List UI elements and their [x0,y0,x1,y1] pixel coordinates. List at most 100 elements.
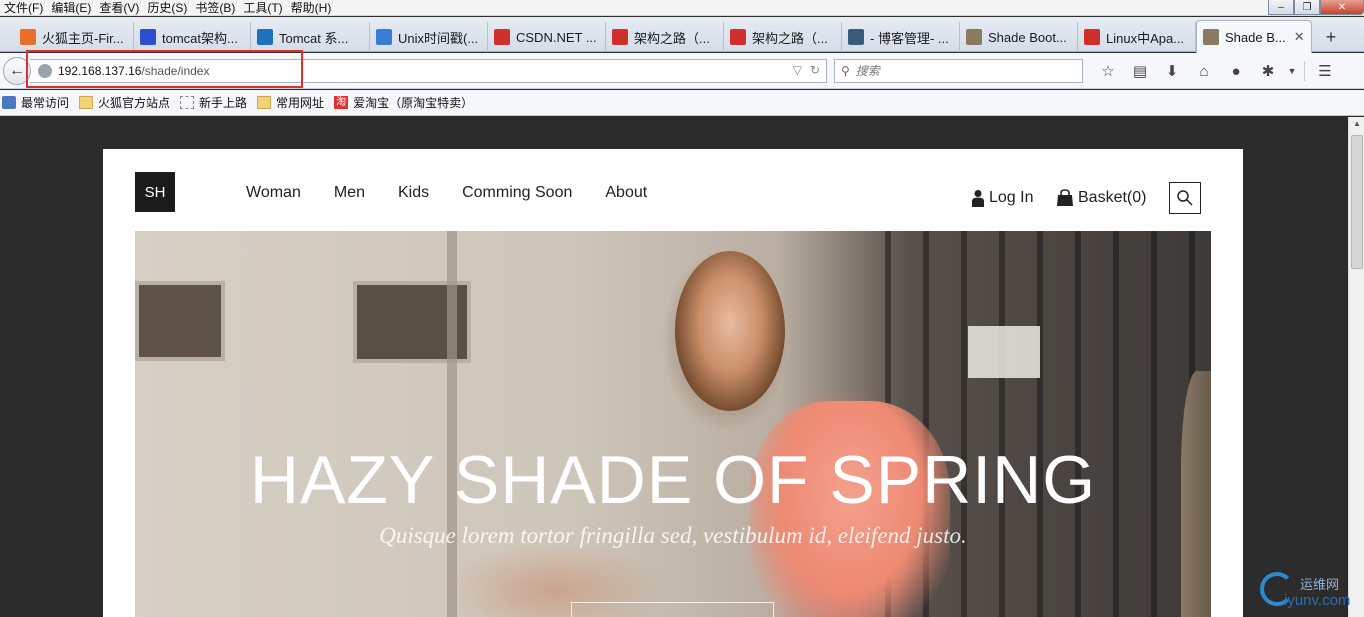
hamburger-menu-icon[interactable]: ☰ [1309,59,1341,83]
bookmarks-toolbar: 最常访问 火狐官方站点 新手上路 常用网址淘爱淘宝（原淘宝特卖） [0,90,1364,116]
browser-tab[interactable]: Unix时间戳(... [370,22,488,52]
home-icon[interactable]: ⌂ [1188,59,1220,83]
login-label: Log In [989,189,1034,206]
browser-tab[interactable]: CSDN.NET ... [488,22,606,52]
menu-item[interactable]: 历史(S) [143,1,191,15]
reload-icon[interactable]: ↻ [810,63,820,77]
close-window-button[interactable]: ✕ [1320,0,1364,15]
cnblogs-icon [848,29,864,45]
nav-link-kids[interactable]: Kids [398,184,429,202]
hero-photo-sign [968,326,1040,378]
hero-photo-model-head [675,251,785,411]
menu-item[interactable]: 文件(F) [0,1,47,15]
bookmark-label: 最常访问 [21,96,70,110]
url-bar[interactable]: 192.168.137.16/shade/index ▽ ↻ [30,59,827,83]
firefox-icon [20,29,36,45]
vertical-scrollbar[interactable]: ▲ [1348,117,1364,617]
site-logo[interactable]: SH [135,172,175,212]
menu-item[interactable]: 书签(B) [191,1,239,15]
tab-title: 火狐主页-Fir... [42,30,124,46]
tab-strip: + 火狐主页-Fir... tomcat架构... Tomcat 系... Unix时… [0,17,1364,53]
tab-title: tomcat架构... [162,30,238,46]
globe-icon [38,64,52,78]
search-box[interactable]: ⚲ [834,59,1083,83]
tab-title: Tomcat 系... [279,30,349,46]
csdn-icon [494,29,510,45]
csdn-icon [612,29,628,45]
csdn-icon [1084,29,1100,45]
dropdown-arrow-icon[interactable]: ▽ [793,63,802,77]
url-path: /shade/index [141,64,210,78]
tab-title: CSDN.NET ... [516,29,597,45]
menu-item[interactable]: 查看(V) [95,1,143,15]
bookmark-item[interactable]: 新手上路 [180,94,247,111]
menu-item[interactable]: 帮助(H) [287,1,336,15]
menu-item[interactable]: 编辑(E) [47,1,95,15]
site-icon [966,29,982,45]
tab-title: Linux中Apa... [1106,30,1185,46]
scrollbar-thumb[interactable] [1351,135,1363,269]
basket-label: Basket(0) [1078,189,1147,206]
back-arrow-icon: ← [9,62,25,79]
nav-link-coming-soon[interactable]: Comming Soon [462,184,572,202]
hero-banner: HAZY SHADE OF SPRING Quisque lorem torto… [135,231,1211,617]
bookmark-label: 新手上路 [199,96,248,110]
url-host: 192.168.137.16 [58,64,142,78]
website-container: SH Woman Men Kids Comming Soon About Log… [103,149,1243,617]
hero-title: HAZY SHADE OF SPRING [249,442,1097,518]
hero-subtitle: Quisque lorem tortor fringilla sed, vest… [379,523,967,548]
browser-tab[interactable]: 架构之路（... [724,22,842,52]
nav-link-men[interactable]: Men [334,184,365,202]
login-link[interactable]: Log In [971,189,1033,207]
browser-tab[interactable]: - 博客管理- ... [842,22,960,52]
tab-title: Shade Boot... [988,29,1067,45]
search-input[interactable] [855,64,1056,78]
hero-photo-pole [447,231,457,617]
hero-photo-window [135,281,225,361]
bookmark-label: 火狐官方站点 [98,96,171,110]
nav-link-about[interactable]: About [605,184,647,202]
minimize-button[interactable]: – [1268,0,1294,15]
hero-cta-button[interactable] [571,602,774,617]
download-icon[interactable]: ⬇ [1156,59,1188,83]
browser-tab[interactable]: Linux中Apa... [1078,22,1196,52]
tab-title: 架构之路（... [752,30,828,46]
bookmark-star-icon[interactable]: ☆ [1092,59,1124,83]
bookmark-label: 爱淘宝（原淘宝特卖） [353,96,474,110]
bookmark-item[interactable]: 常用网址 [257,94,324,111]
page-icon [376,29,392,45]
browser-tab[interactable]: 架构之路（... [606,22,724,52]
browser-tab[interactable]: 火狐主页-Fir... [14,22,134,52]
browser-tab[interactable]: Tomcat 系... [251,22,370,52]
extension-dropdown-icon[interactable]: ▼ [1284,59,1300,83]
nav-link-woman[interactable]: Woman [246,184,301,202]
baidu-paw-icon [140,29,156,45]
search-icon [1177,190,1193,206]
navigation-toolbar: 192.168.137.16/shade/index ▽ ↻ ← ⚲ ☆ ▤ ⬇… [0,53,1364,89]
reading-list-icon[interactable]: ▤ [1124,59,1156,83]
watermark-line2: iyunv.com [1284,592,1351,609]
browser-tab[interactable]: tomcat架构... [134,22,251,52]
bookmark-item[interactable]: 淘爱淘宝（原淘宝特卖） [334,94,473,111]
taobao-icon: 淘 [334,96,349,109]
scroll-up-icon[interactable]: ▲ [1353,119,1361,128]
menu-item[interactable]: 工具(T) [239,1,286,15]
menu-bar: 文件(F) 编辑(E) 查看(V) 历史(S) 书签(B) 工具(T) 帮助(H) – ❐ … [0,0,1364,16]
tab-active[interactable]: Shade B... ✕ [1196,20,1312,53]
blank-page-icon [180,96,195,109]
extension-icon[interactable]: ✱ [1252,59,1284,83]
close-tab-icon[interactable]: ✕ [1294,29,1305,45]
browser-tab[interactable]: Shade Boot... [960,22,1078,52]
bookmark-item[interactable]: 火狐官方站点 [79,94,170,111]
site-search-button[interactable] [1169,182,1201,214]
tab-title: 架构之路（... [634,30,710,46]
basket-link[interactable]: Basket(0) [1056,189,1146,207]
site-main-nav: Woman Men Kids Comming Soon About [246,184,647,202]
watermark-line1: 运维网 [1300,577,1340,592]
new-tab-button[interactable]: + [1318,26,1344,48]
tab-title: Shade B... [1225,29,1286,45]
maximize-button[interactable]: ❐ [1294,0,1320,15]
back-button[interactable]: ← [3,57,31,85]
bookmark-item[interactable]: 最常访问 [2,94,69,111]
chat-icon[interactable]: ● [1220,59,1252,83]
